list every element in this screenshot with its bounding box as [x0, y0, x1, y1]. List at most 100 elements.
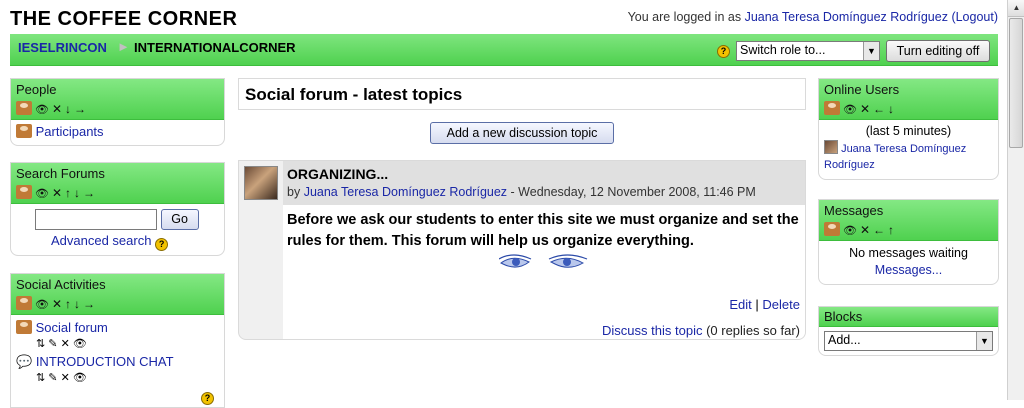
avatar[interactable]	[824, 140, 838, 154]
delete-icon[interactable]: ✕	[860, 102, 870, 116]
block-header: Online Users 👁 ✕ ← ↓	[819, 79, 998, 120]
discuss-topic-link[interactable]: Discuss this topic	[602, 323, 702, 338]
post-actions: Edit | Delete	[729, 297, 800, 312]
post-byline: by Juana Teresa Domínguez Rodríguez - We…	[287, 185, 801, 199]
chevron-down-icon: ▼	[863, 42, 879, 60]
help-icon[interactable]: ?	[201, 392, 214, 405]
activity-controls: ⇅ ✎ ✕ 👁	[16, 336, 219, 353]
block-controls: 👁 ✕ ↑ ↓ →	[16, 295, 219, 313]
hide-eye-icon[interactable]: 👁	[843, 225, 857, 237]
block-content: No messages waiting Messages...	[819, 241, 998, 283]
hide-eye-icon[interactable]: 👁	[73, 372, 87, 384]
breadcrumb-current: INTERNATIONALCORNER	[134, 40, 296, 55]
edit-pencil-icon[interactable]: ✎	[48, 338, 57, 350]
move-right-icon[interactable]: →	[74, 102, 86, 116]
help-icon[interactable]: ?	[717, 45, 730, 58]
post-subject: ORGANIZING...	[287, 166, 389, 182]
logout-link[interactable]: (Logout)	[951, 10, 998, 24]
navbar: IESELRINCON ► INTERNATIONALCORNER ? Swit…	[10, 34, 998, 66]
online-user-link[interactable]: Juana Teresa Domínguez Rodríguez	[824, 143, 966, 171]
move-right-icon[interactable]: →	[83, 297, 95, 311]
move-updown-icon[interactable]: ⇅	[36, 372, 45, 384]
roles-icon[interactable]	[824, 222, 840, 236]
search-forums-input[interactable]	[35, 209, 157, 230]
help-icon[interactable]: ?	[155, 238, 169, 251]
hide-eye-icon[interactable]: 👁	[843, 104, 857, 116]
delete-icon[interactable]: ✕	[61, 338, 70, 350]
move-left-icon[interactable]: ←	[873, 223, 885, 237]
search-go-button[interactable]: Go	[160, 209, 199, 230]
avatar[interactable]	[244, 166, 278, 200]
delete-post-link[interactable]: Delete	[762, 297, 800, 312]
post-body: Before we ask our students to enter this…	[283, 205, 805, 339]
move-updown-icon[interactable]: ⇅	[36, 338, 45, 350]
roles-icon[interactable]	[16, 185, 32, 199]
block-header: Blocks	[819, 307, 998, 327]
blocks-block: Blocks Add... ▼	[818, 306, 999, 356]
add-discussion-topic-button[interactable]: Add a new discussion topic	[430, 122, 614, 144]
introduction-chat-link[interactable]: INTRODUCTION CHAT	[36, 354, 174, 369]
move-up-icon[interactable]: ↑	[65, 186, 71, 200]
edit-pencil-icon[interactable]: ✎	[48, 372, 57, 384]
block-controls: 👁 ✕ ↑ ↓ →	[16, 184, 219, 202]
roles-icon[interactable]	[16, 296, 32, 310]
move-down-icon[interactable]: ↓	[65, 102, 71, 116]
people-icon	[16, 124, 32, 138]
post-author-link[interactable]: Juana Teresa Domínguez Rodríguez	[304, 185, 507, 199]
forum-heading: Social forum - latest topics	[238, 78, 806, 110]
add-block-value: Add...	[828, 333, 861, 347]
scroll-up-arrow-icon[interactable]: ▲	[1008, 0, 1024, 17]
block-title: Social Activities	[16, 277, 106, 292]
hide-eye-icon[interactable]: 👁	[35, 188, 49, 200]
move-down-icon[interactable]: ↓	[74, 186, 80, 200]
roles-icon[interactable]	[824, 101, 840, 115]
messages-block: Messages 👁 ✕ ← ↑ No messages waiting Messag…	[818, 199, 999, 285]
block-title: People	[16, 82, 57, 97]
move-up-icon[interactable]: ↑	[888, 223, 894, 237]
social-forum-link[interactable]: Social forum	[36, 320, 108, 335]
people-icon	[16, 320, 32, 334]
search-forums-block: Search Forums 👁 ✕ ↑ ↓ → Go Advanced search ?	[10, 162, 225, 256]
hide-eye-icon[interactable]: 👁	[35, 104, 49, 116]
block-controls: 👁 ✕ ↓ →	[16, 100, 219, 118]
edit-post-link[interactable]: Edit	[729, 297, 751, 312]
block-title: Messages	[824, 203, 884, 218]
delete-icon[interactable]: ✕	[52, 186, 62, 200]
participants-link[interactable]: Participants	[36, 124, 104, 139]
block-content: Participants	[11, 120, 224, 143]
scroll-thumb[interactable]	[1009, 18, 1023, 148]
online-user-row: Juana Teresa Domínguez Rodríguez	[824, 140, 993, 173]
roles-icon[interactable]	[16, 101, 32, 115]
block-title: Online Users	[824, 82, 900, 97]
switch-role-select[interactable]: Switch role to... ▼	[736, 41, 880, 61]
delete-icon[interactable]: ✕	[52, 297, 62, 311]
delete-icon[interactable]: ✕	[52, 102, 62, 116]
replies-count: (0 replies so far)	[706, 323, 800, 338]
move-down-icon[interactable]: ↓	[888, 102, 894, 116]
byline-prefix: by	[287, 185, 301, 199]
move-down-icon[interactable]: ↓	[74, 297, 80, 311]
user-profile-link[interactable]: Juana Teresa Domínguez Rodríguez	[745, 10, 948, 24]
add-block-select[interactable]: Add... ▼	[824, 331, 993, 351]
people-block: People 👁 ✕ ↓ → Participants	[10, 78, 225, 146]
hide-eye-icon[interactable]: 👁	[73, 338, 87, 350]
post-discuss: Discuss this topic (0 replies so far)	[602, 323, 800, 338]
advanced-search-link[interactable]: Advanced search	[51, 233, 151, 248]
hide-eye-icon[interactable]: 👁	[35, 299, 49, 311]
block-content: (last 5 minutes) Juana Teresa Domínguez …	[819, 120, 998, 177]
move-up-icon[interactable]: ↑	[65, 297, 71, 311]
block-header: People 👁 ✕ ↓ →	[11, 79, 224, 120]
block-controls: 👁 ✕ ← ↑	[824, 221, 993, 239]
page-scrollbar[interactable]: ▲	[1007, 0, 1024, 400]
block-header: Search Forums 👁 ✕ ↑ ↓ →	[11, 163, 224, 204]
move-left-icon[interactable]: ←	[873, 102, 885, 116]
login-prefix: You are logged in as	[627, 10, 742, 24]
delete-icon[interactable]: ✕	[860, 223, 870, 237]
post-date: - Wednesday, 12 November 2008, 11:46 PM	[507, 185, 756, 199]
delete-icon[interactable]: ✕	[61, 372, 70, 384]
block-controls: 👁 ✕ ← ↓	[824, 100, 993, 118]
move-right-icon[interactable]: →	[83, 186, 95, 200]
turn-editing-off-button[interactable]: Turn editing off	[886, 40, 990, 62]
messages-link[interactable]: Messages...	[875, 263, 942, 277]
breadcrumb-home-link[interactable]: IESELRINCON	[18, 40, 107, 55]
